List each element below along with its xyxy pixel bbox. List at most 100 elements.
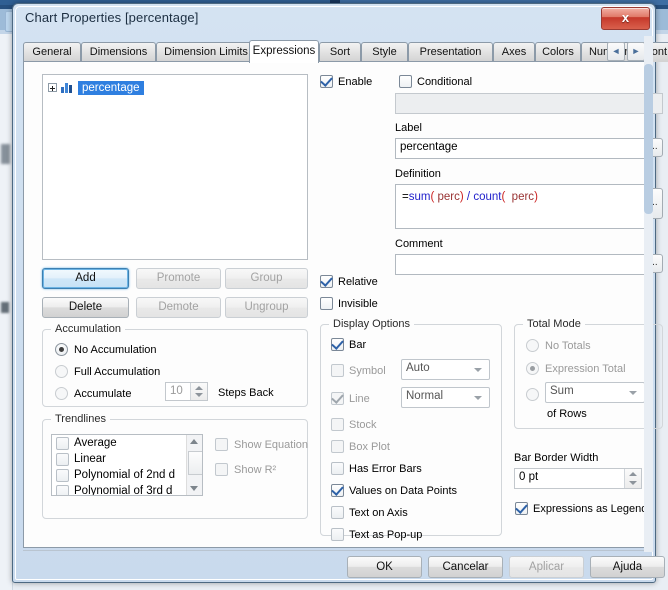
- bar-border-width-spinner[interactable]: 0 pt: [514, 468, 642, 489]
- symbol-combo[interactable]: Auto: [401, 359, 490, 380]
- steps-back-value: 10: [170, 385, 183, 397]
- label-values-on-data-points: Values on Data Points: [349, 485, 458, 497]
- label-comment-caption: Comment: [395, 238, 443, 250]
- chart-properties-dialog: Chart Properties [percentage] x General …: [12, 3, 668, 583]
- display-options-group: Display Options Bar Symbol Auto Line Nor…: [320, 318, 502, 541]
- checkbox-enable[interactable]: [320, 75, 333, 88]
- dialog-titlebar[interactable]: Chart Properties [percentage] x: [13, 4, 655, 34]
- radio-full-accumulation[interactable]: [55, 365, 68, 378]
- checkbox-text-on-axis[interactable]: [331, 506, 344, 519]
- trendline-label: Polynomial of 2nd d: [74, 469, 176, 481]
- tab-presentation[interactable]: Presentation: [408, 42, 493, 62]
- label-line: Line: [349, 393, 370, 405]
- total-mode-title: Total Mode: [523, 318, 585, 330]
- aggregation-combo[interactable]: Sum: [545, 382, 645, 403]
- trendline-row-poly2[interactable]: Polynomial of 2nd d: [52, 467, 202, 483]
- checkbox-bar[interactable]: [331, 338, 344, 351]
- checkbox-average[interactable]: [56, 436, 69, 450]
- add-button[interactable]: Add: [42, 268, 129, 289]
- tab-expressions[interactable]: Expressions: [249, 40, 319, 63]
- scroll-down-icon[interactable]: [190, 486, 198, 491]
- close-button[interactable]: x: [601, 7, 650, 30]
- delete-button[interactable]: Delete: [42, 297, 129, 318]
- display-options-title: Display Options: [329, 318, 415, 330]
- label-conditional: Conditional: [417, 76, 473, 88]
- trendlines-group: Trendlines Average Linear Polynomial of …: [42, 413, 308, 519]
- definition-text: =sum( perc) / count( perc): [402, 191, 538, 203]
- checkbox-expressions-as-legend[interactable]: [515, 502, 528, 515]
- dialog-vertical-scrollbar[interactable]: [644, 36, 653, 552]
- accumulation-group: Accumulation No Accumulation Full Accumu…: [42, 323, 308, 407]
- label-text-as-popup: Text as Pop-up: [349, 529, 423, 541]
- cancel-button[interactable]: Cancelar: [428, 556, 503, 578]
- trendlines-scrollbar[interactable]: [186, 435, 202, 495]
- scroll-up-icon[interactable]: [190, 439, 198, 444]
- scrollbar-thumb[interactable]: [188, 451, 202, 475]
- expressions-tab-page: percentage Add Delete Promote Demote Gro…: [23, 61, 663, 548]
- chevron-down-icon: [474, 368, 482, 372]
- label-show-r2: Show R²: [234, 464, 277, 476]
- help-button[interactable]: Ajuda: [590, 556, 665, 578]
- label-no-accumulation: No Accumulation: [74, 344, 157, 356]
- trendline-row-linear[interactable]: Linear: [52, 451, 202, 467]
- label-of-rows: of Rows: [547, 408, 587, 420]
- close-icon: x: [621, 10, 630, 25]
- tree-item-percentage[interactable]: percentage: [48, 80, 144, 95]
- label-expressions-as-legend: Expressions as Legend: [533, 503, 648, 515]
- steps-back-spin-buttons[interactable]: [190, 383, 207, 400]
- backdrop-blurred-text-sidebar-1: [1, 144, 10, 164]
- checkbox-polynomial-2nd[interactable]: [56, 468, 69, 482]
- checkbox-relative[interactable]: [320, 275, 333, 288]
- checkbox-show-r2: [215, 463, 228, 476]
- checkbox-linear[interactable]: [56, 452, 69, 466]
- checkbox-symbol: [331, 364, 344, 377]
- label-expression-total: Expression Total: [545, 363, 626, 375]
- tab-colors[interactable]: Colors: [535, 42, 581, 62]
- trendline-row-poly3[interactable]: Polynomial of 3rd d: [52, 483, 202, 495]
- bar-border-spin-buttons[interactable]: [624, 469, 641, 488]
- tab-scroll-left-icon[interactable]: ◄: [607, 42, 625, 61]
- label-label-caption: Label: [395, 122, 422, 134]
- conditional-input[interactable]: [395, 93, 663, 114]
- label-accumulate: Accumulate: [74, 388, 132, 400]
- checkbox-invisible[interactable]: [320, 297, 333, 310]
- checkbox-values-on-data-points[interactable]: [331, 484, 344, 497]
- radio-accumulate[interactable]: [55, 387, 68, 400]
- radio-no-accumulation[interactable]: [55, 343, 68, 356]
- line-combo[interactable]: Normal: [401, 387, 490, 408]
- definition-input[interactable]: =sum( perc) / count( perc): [395, 184, 645, 229]
- checkbox-text-as-popup[interactable]: [331, 528, 344, 541]
- trendline-row-average[interactable]: Average: [52, 435, 202, 451]
- trendlines-list[interactable]: Average Linear Polynomial of 2nd d Polyn…: [51, 434, 203, 496]
- trendlines-title: Trendlines: [51, 413, 110, 425]
- tab-general[interactable]: General: [23, 42, 81, 62]
- tab-dimensions[interactable]: Dimensions: [81, 42, 156, 62]
- label-relative: Relative: [338, 276, 378, 288]
- ok-button[interactable]: OK: [347, 556, 422, 578]
- checkbox-has-error-bars[interactable]: [331, 462, 344, 475]
- radio-expression-total: [526, 362, 539, 375]
- checkbox-conditional[interactable]: [399, 75, 412, 88]
- steps-back-spinner[interactable]: 10: [165, 382, 208, 401]
- checkbox-box-plot: [331, 440, 344, 453]
- expression-tree[interactable]: percentage: [42, 74, 308, 260]
- comment-input[interactable]: [395, 254, 645, 275]
- label-symbol: Symbol: [349, 365, 386, 377]
- tab-scroll-right-icon[interactable]: ►: [627, 42, 645, 61]
- backdrop-blurred-text-sidebar-2: [1, 302, 9, 313]
- aggregation-combo-value: Sum: [550, 385, 574, 397]
- group-button: Group: [225, 268, 308, 289]
- scrollbar-thumb[interactable]: [644, 64, 653, 214]
- bar-chart-icon: [61, 82, 74, 93]
- tab-style[interactable]: Style: [361, 42, 408, 62]
- tab-dimension-limits[interactable]: Dimension Limits: [156, 42, 256, 62]
- checkbox-polynomial-3rd[interactable]: [56, 484, 69, 495]
- label-stock: Stock: [349, 419, 377, 431]
- demote-button: Demote: [136, 297, 221, 318]
- expand-plus-icon[interactable]: [48, 83, 57, 92]
- tab-axes[interactable]: Axes: [493, 42, 535, 62]
- label-input[interactable]: percentage: [395, 138, 645, 159]
- label-enable: Enable: [338, 76, 373, 88]
- total-mode-group: Total Mode No Totals Expression Total Su…: [514, 318, 663, 429]
- tab-sort[interactable]: Sort: [319, 42, 361, 62]
